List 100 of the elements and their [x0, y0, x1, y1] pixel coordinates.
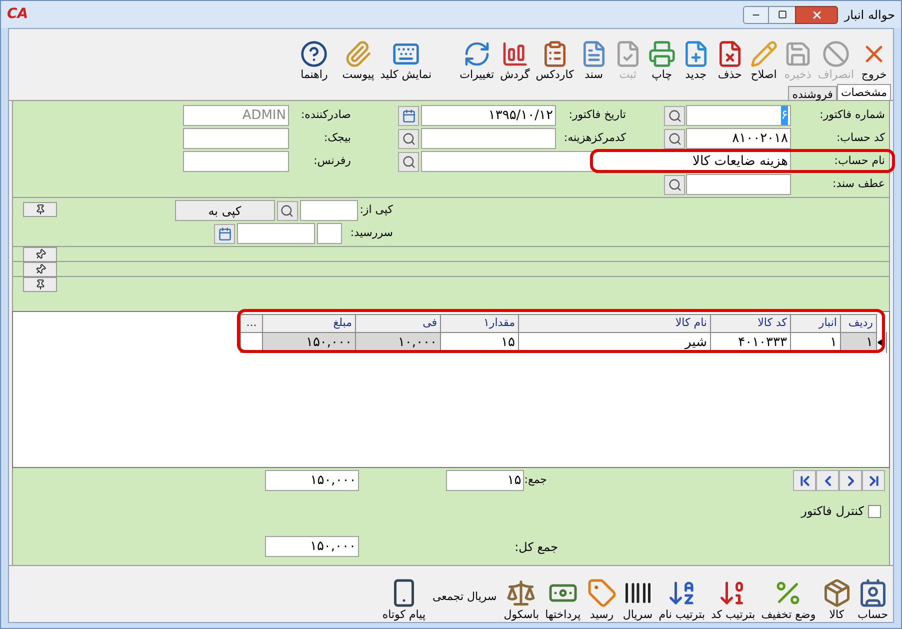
- person-card-icon: [858, 578, 888, 608]
- nav-button[interactable]: [816, 470, 839, 491]
- calendar-button[interactable]: [398, 106, 419, 126]
- toolbar-text: سریال تجمعی: [432, 588, 498, 605]
- column-header[interactable]: مقدار۱: [440, 314, 518, 332]
- toolbar-button[interactable]: کالا: [818, 572, 855, 622]
- input-field[interactable]: ۱۵۰,۰۰۰: [265, 470, 360, 491]
- input-field[interactable]: [183, 151, 289, 172]
- checkbox[interactable]: [868, 504, 881, 518]
- save-icon: [784, 40, 812, 68]
- search-button[interactable]: [664, 128, 685, 148]
- toolbar-button[interactable]: پرداختها: [542, 572, 584, 622]
- field-label: صادرکننده:: [300, 107, 351, 124]
- toolbar-button[interactable]: کاردکس: [532, 32, 577, 82]
- toolbar-button[interactable]: بترتیب کد: [708, 572, 758, 622]
- tab[interactable]: مشخصات: [836, 84, 891, 100]
- field-label: تاریخ فاکتور:: [568, 107, 626, 124]
- input-field[interactable]: هزینه ضایعات کالا: [421, 151, 791, 172]
- search-icon: [402, 132, 416, 146]
- pin-button[interactable]: [23, 202, 57, 217]
- search-icon: [280, 204, 294, 218]
- toolbar-button[interactable]: تغییرات: [456, 32, 498, 82]
- input-field[interactable]: [183, 128, 289, 149]
- column-header[interactable]: ردیف: [840, 314, 876, 332]
- help-icon: [300, 40, 328, 68]
- pin-button[interactable]: [23, 247, 57, 262]
- toolbar-button[interactable]: باسکول: [500, 572, 542, 622]
- input-field[interactable]: [317, 223, 342, 244]
- search-button[interactable]: [398, 128, 419, 148]
- input-field[interactable]: [300, 200, 358, 221]
- toolbar-button[interactable]: حساب: [854, 572, 891, 622]
- field-label: نام حساب:: [833, 153, 885, 170]
- toolbar-button[interactable]: نمایش کلید: [377, 32, 435, 82]
- maximize-icon: [778, 10, 787, 19]
- field-label: کدمرکزهزینه:: [562, 130, 626, 146]
- toolbar-button[interactable]: سند: [576, 32, 611, 82]
- field-label: شماره فاکتور:: [818, 107, 885, 124]
- checkbox-label: کنترل فاکتور: [801, 503, 864, 520]
- field-label: جمع:: [524, 472, 547, 488]
- close-button[interactable]: [795, 6, 838, 24]
- column-header[interactable]: ...: [240, 314, 262, 332]
- box-icon: [822, 578, 852, 608]
- cancel-icon: [822, 40, 850, 68]
- pin-button[interactable]: [23, 277, 57, 292]
- column-header[interactable]: نام کالا: [518, 314, 710, 332]
- field-label: رفرنس:: [312, 153, 351, 170]
- bar-chart-icon: [500, 40, 529, 68]
- input-field[interactable]: ۱۵: [446, 470, 524, 491]
- pencil-icon: [750, 40, 778, 68]
- nav-button[interactable]: [793, 470, 816, 491]
- input-field[interactable]: ۱۳۹۵/۱۰/۱۲: [421, 105, 556, 126]
- search-button[interactable]: [664, 106, 685, 126]
- toolbar-button[interactable]: جدید: [678, 32, 713, 82]
- toolbar-button[interactable]: سریال: [620, 572, 656, 622]
- toolbar-button[interactable]: اصلاح: [746, 32, 781, 82]
- maximize-button[interactable]: [769, 6, 796, 24]
- scale-icon: [506, 578, 536, 608]
- column-header[interactable]: مبلغ: [262, 314, 356, 332]
- column-header[interactable]: کد کالا: [710, 314, 790, 332]
- calendar-button[interactable]: [214, 224, 236, 244]
- copy-to-button[interactable]: کپی به: [174, 200, 275, 221]
- field-label: کپی از:: [360, 202, 393, 218]
- input-field[interactable]: [421, 128, 556, 149]
- toolbar-button[interactable]: گردش: [497, 32, 533, 82]
- pin-icon: [34, 279, 46, 290]
- toolbar-button[interactable]: راهنما: [297, 32, 332, 82]
- toolbar-button[interactable]: چاپ: [644, 32, 679, 82]
- search-button[interactable]: [664, 174, 685, 194]
- pin-button[interactable]: [23, 262, 57, 277]
- input-field[interactable]: [686, 174, 791, 195]
- refresh-icon: [462, 40, 491, 68]
- nav-button[interactable]: [862, 470, 885, 491]
- window-title: حواله انبار: [844, 6, 895, 24]
- tab[interactable]: فروشنده: [788, 86, 837, 100]
- field-label: سررسید:: [350, 225, 393, 242]
- search-icon: [402, 154, 416, 168]
- toolbar-button[interactable]: حذف: [712, 32, 747, 82]
- input-field[interactable]: ۸۱۰۰۲۰۱۸: [686, 128, 791, 149]
- toolbar-button[interactable]: پیام کوتاه: [379, 572, 429, 622]
- app-logo: CA: [7, 5, 28, 24]
- toolbar-button[interactable]: رسید: [584, 572, 620, 622]
- input-field[interactable]: ۱۵۰,۰۰۰: [265, 536, 359, 557]
- column-header[interactable]: فی: [356, 314, 440, 332]
- field-label: کد حساب:: [835, 130, 885, 146]
- toolbar-button[interactable]: پیوست: [339, 32, 378, 82]
- search-icon: [668, 108, 682, 122]
- nav-button[interactable]: [839, 470, 862, 491]
- calendar-icon: [402, 108, 416, 122]
- toolbar-button[interactable]: وضع تخفیف: [758, 572, 819, 622]
- column-header[interactable]: انبار: [790, 314, 840, 332]
- toolbar-button[interactable]: بترتیب نام: [656, 572, 708, 622]
- search-button[interactable]: [276, 200, 298, 220]
- close-icon: [810, 8, 823, 20]
- search-icon: [668, 178, 682, 192]
- search-icon: [668, 132, 682, 146]
- input-field[interactable]: [237, 223, 316, 244]
- search-button[interactable]: [398, 152, 419, 172]
- printer-icon: [648, 40, 676, 68]
- toolbar-button[interactable]: خروج: [857, 32, 891, 82]
- field-label: بیجک:: [322, 130, 351, 146]
